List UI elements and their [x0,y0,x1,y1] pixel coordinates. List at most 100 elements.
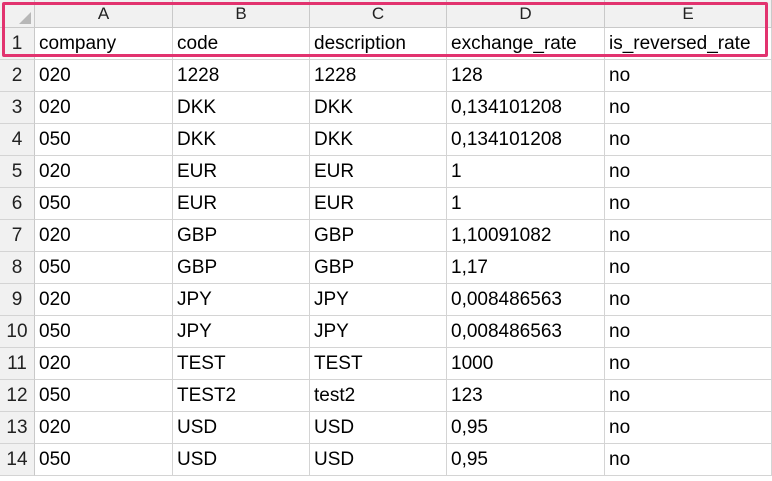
row-header[interactable]: 14 [0,444,35,476]
cell-c2[interactable]: 1228 [310,60,447,92]
row-header[interactable]: 3 [0,92,35,124]
cell-d5[interactable]: 1 [447,156,605,188]
table-row: 5 020 EUR EUR 1 no [0,156,772,188]
row-header[interactable]: 11 [0,348,35,380]
select-all-corner[interactable] [0,0,35,28]
cell-d1[interactable]: exchange_rate [447,28,605,60]
cell-d13[interactable]: 0,95 [447,412,605,444]
cell-a7[interactable]: 020 [35,220,173,252]
cell-b4[interactable]: DKK [173,124,310,156]
cell-b1[interactable]: code [173,28,310,60]
cell-d8[interactable]: 1,17 [447,252,605,284]
cell-e3[interactable]: no [605,92,772,124]
cell-c14[interactable]: USD [310,444,447,476]
row-header[interactable]: 7 [0,220,35,252]
cell-b13[interactable]: USD [173,412,310,444]
cell-a8[interactable]: 050 [35,252,173,284]
cell-a11[interactable]: 020 [35,348,173,380]
row-header[interactable]: 12 [0,380,35,412]
table-row: 12 050 TEST2 test2 123 no [0,380,772,412]
row-header[interactable]: 6 [0,188,35,220]
cell-b6[interactable]: EUR [173,188,310,220]
cell-d2[interactable]: 128 [447,60,605,92]
cell-c11[interactable]: TEST [310,348,447,380]
row-header[interactable]: 13 [0,412,35,444]
cell-c5[interactable]: EUR [310,156,447,188]
cell-c1[interactable]: description [310,28,447,60]
cell-d3[interactable]: 0,134101208 [447,92,605,124]
cell-a10[interactable]: 050 [35,316,173,348]
cell-e7[interactable]: no [605,220,772,252]
cell-b10[interactable]: JPY [173,316,310,348]
cell-b7[interactable]: GBP [173,220,310,252]
cell-b9[interactable]: JPY [173,284,310,316]
cell-b2[interactable]: 1228 [173,60,310,92]
cell-c4[interactable]: DKK [310,124,447,156]
cell-e6[interactable]: no [605,188,772,220]
cell-b12[interactable]: TEST2 [173,380,310,412]
cell-c10[interactable]: JPY [310,316,447,348]
cell-c9[interactable]: JPY [310,284,447,316]
spreadsheet-grid: A B C D E 1 company code description exchang… [0,0,772,481]
cell-e11[interactable]: no [605,348,772,380]
cell-c12[interactable]: test2 [310,380,447,412]
cell-e5[interactable]: no [605,156,772,188]
header-row: 1 company code description exchange_rate is_r… [0,28,772,60]
column-header-bar: A B C D E [0,0,772,28]
cell-d6[interactable]: 1 [447,188,605,220]
cell-d14[interactable]: 0,95 [447,444,605,476]
row-header[interactable]: 2 [0,60,35,92]
cell-e13[interactable]: no [605,412,772,444]
row-header[interactable]: 9 [0,284,35,316]
table-row: 13 020 USD USD 0,95 no [0,412,772,444]
row-header[interactable]: 8 [0,252,35,284]
cell-d12[interactable]: 123 [447,380,605,412]
cell-a2[interactable]: 020 [35,60,173,92]
cell-a12[interactable]: 050 [35,380,173,412]
cell-b8[interactable]: GBP [173,252,310,284]
cell-c3[interactable]: DKK [310,92,447,124]
column-header-b[interactable]: B [173,0,310,28]
cell-c7[interactable]: GBP [310,220,447,252]
cell-d7[interactable]: 1,10091082 [447,220,605,252]
cell-e1[interactable]: is_reversed_rate [605,28,772,60]
cell-e2[interactable]: no [605,60,772,92]
column-header-d[interactable]: D [447,0,605,28]
cell-c6[interactable]: EUR [310,188,447,220]
table-row: 3 020 DKK DKK 0,134101208 no [0,92,772,124]
row-header[interactable]: 5 [0,156,35,188]
cell-a4[interactable]: 050 [35,124,173,156]
column-header-a[interactable]: A [35,0,173,28]
cell-b11[interactable]: TEST [173,348,310,380]
cell-d11[interactable]: 1000 [447,348,605,380]
cell-e10[interactable]: no [605,316,772,348]
cell-e14[interactable]: no [605,444,772,476]
column-header-e[interactable]: E [605,0,772,28]
cell-a13[interactable]: 020 [35,412,173,444]
cell-a9[interactable]: 020 [35,284,173,316]
table-row: 9 020 JPY JPY 0,008486563 no [0,284,772,316]
cell-b3[interactable]: DKK [173,92,310,124]
table-row: 14 050 USD USD 0,95 no [0,444,772,476]
cell-e4[interactable]: no [605,124,772,156]
cell-d4[interactable]: 0,134101208 [447,124,605,156]
cell-e9[interactable]: no [605,284,772,316]
cell-a3[interactable]: 020 [35,92,173,124]
row-header[interactable]: 4 [0,124,35,156]
row-header[interactable]: 10 [0,316,35,348]
cell-d9[interactable]: 0,008486563 [447,284,605,316]
cell-c13[interactable]: USD [310,412,447,444]
cell-c8[interactable]: GBP [310,252,447,284]
cell-a14[interactable]: 050 [35,444,173,476]
cell-a1[interactable]: company [35,28,173,60]
cell-e12[interactable]: no [605,380,772,412]
cell-d10[interactable]: 0,008486563 [447,316,605,348]
cell-b5[interactable]: EUR [173,156,310,188]
cell-b14[interactable]: USD [173,444,310,476]
row-header[interactable]: 1 [0,28,35,60]
cell-e8[interactable]: no [605,252,772,284]
cell-a5[interactable]: 020 [35,156,173,188]
column-header-c[interactable]: C [310,0,447,28]
table-row: 10 050 JPY JPY 0,008486563 no [0,316,772,348]
cell-a6[interactable]: 050 [35,188,173,220]
